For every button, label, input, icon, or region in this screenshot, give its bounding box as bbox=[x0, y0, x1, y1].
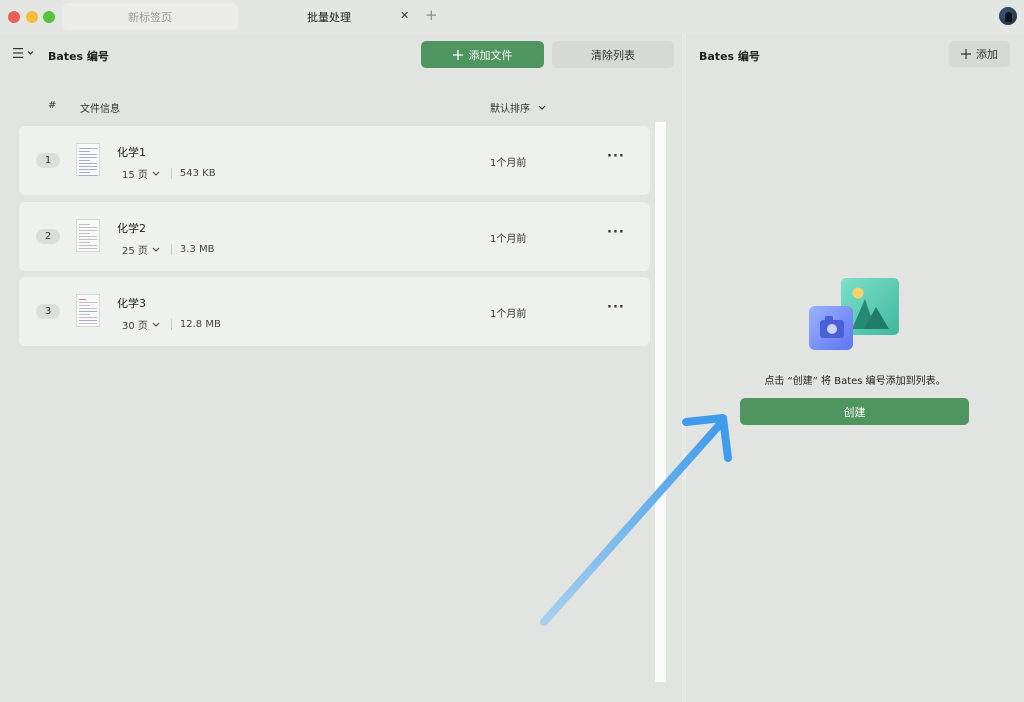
file-thumbnail bbox=[76, 219, 100, 252]
more-icon[interactable]: ··· bbox=[607, 149, 625, 164]
panel-title: Bates 编号 bbox=[48, 50, 109, 63]
menu-button[interactable] bbox=[12, 47, 36, 63]
file-date: 1个月前 bbox=[490, 158, 527, 169]
empty-hint: 点击 “创建” 将 Bates 编号添加到列表。 bbox=[764, 376, 946, 387]
row-index: 2 bbox=[36, 229, 60, 244]
more-icon[interactable]: ··· bbox=[607, 225, 625, 240]
file-thumbnail bbox=[76, 294, 100, 327]
file-thumbnail bbox=[76, 143, 100, 176]
list-item[interactable]: 1 化学1 15 页 543 KB 1个月前 ··· bbox=[19, 126, 650, 195]
page-count[interactable]: 25 页 bbox=[122, 242, 148, 257]
minimize-window-button[interactable] bbox=[26, 11, 38, 23]
tab-label: 批量处理 bbox=[307, 10, 351, 24]
menu-icon bbox=[13, 48, 34, 58]
title-bar: 新标签页 批量处理 ✕ + bbox=[0, 0, 1024, 33]
file-meta: 30 页 12.8 MB bbox=[122, 317, 221, 332]
page-count[interactable]: 30 页 bbox=[122, 317, 148, 332]
row-index: 1 bbox=[36, 153, 60, 168]
file-name: 化学3 bbox=[117, 297, 146, 310]
add-file-button[interactable]: 添加文件 bbox=[421, 41, 544, 68]
file-meta: 15 页 543 KB bbox=[122, 166, 216, 181]
column-header-num: # bbox=[48, 100, 57, 111]
chevron-down-icon[interactable] bbox=[151, 321, 161, 329]
create-button[interactable]: 创建 bbox=[740, 398, 969, 425]
close-window-button[interactable] bbox=[8, 11, 20, 23]
file-size: 12.8 MB bbox=[179, 319, 221, 330]
plus-icon bbox=[961, 49, 971, 59]
panel-title: Bates 编号 bbox=[699, 50, 760, 63]
tab-new[interactable]: 新标签页 bbox=[62, 3, 238, 30]
image-illustration-icon bbox=[809, 278, 899, 350]
file-name: 化学2 bbox=[117, 222, 146, 235]
chevron-down-icon[interactable] bbox=[151, 170, 161, 178]
add-bates-button[interactable]: 添加 bbox=[949, 41, 1010, 67]
list-item[interactable]: 2 化学2 25 页 3.3 MB 1个月前 ··· bbox=[19, 202, 650, 271]
chevron-down-icon[interactable] bbox=[151, 246, 161, 254]
create-label: 创建 bbox=[843, 405, 866, 419]
column-header-info: 文件信息 bbox=[80, 104, 120, 115]
list-item[interactable]: 3 化学3 30 页 12.8 MB 1个月前 ··· bbox=[19, 277, 650, 346]
sort-dropdown[interactable]: 默认排序 bbox=[490, 100, 547, 115]
row-index: 3 bbox=[36, 304, 60, 319]
divider bbox=[170, 168, 172, 179]
page-count[interactable]: 15 页 bbox=[122, 166, 148, 181]
chevron-down-icon bbox=[538, 105, 546, 110]
avatar[interactable] bbox=[999, 7, 1017, 25]
tab-label: 新标签页 bbox=[128, 10, 172, 24]
maximize-window-button[interactable] bbox=[43, 11, 55, 23]
arrow-icon bbox=[540, 414, 732, 626]
file-date: 1个月前 bbox=[490, 309, 527, 320]
sort-label: 默认排序 bbox=[490, 104, 530, 115]
plus-icon bbox=[452, 49, 463, 60]
more-icon[interactable]: ··· bbox=[607, 300, 625, 315]
file-date: 1个月前 bbox=[490, 234, 527, 245]
file-meta: 25 页 3.3 MB bbox=[122, 242, 214, 257]
file-name: 化学1 bbox=[117, 146, 146, 159]
file-size: 543 KB bbox=[179, 168, 216, 179]
clear-list-label: 清除列表 bbox=[591, 48, 635, 62]
file-size: 3.3 MB bbox=[179, 244, 215, 255]
add-label: 添加 bbox=[976, 48, 998, 61]
close-icon[interactable]: ✕ bbox=[400, 9, 409, 22]
tab-batch[interactable]: 批量处理 bbox=[240, 3, 418, 30]
new-tab-button[interactable]: + bbox=[425, 6, 438, 24]
add-file-label: 添加文件 bbox=[468, 48, 513, 62]
divider bbox=[170, 319, 172, 330]
divider bbox=[170, 244, 172, 255]
clear-list-button[interactable]: 清除列表 bbox=[552, 41, 674, 68]
